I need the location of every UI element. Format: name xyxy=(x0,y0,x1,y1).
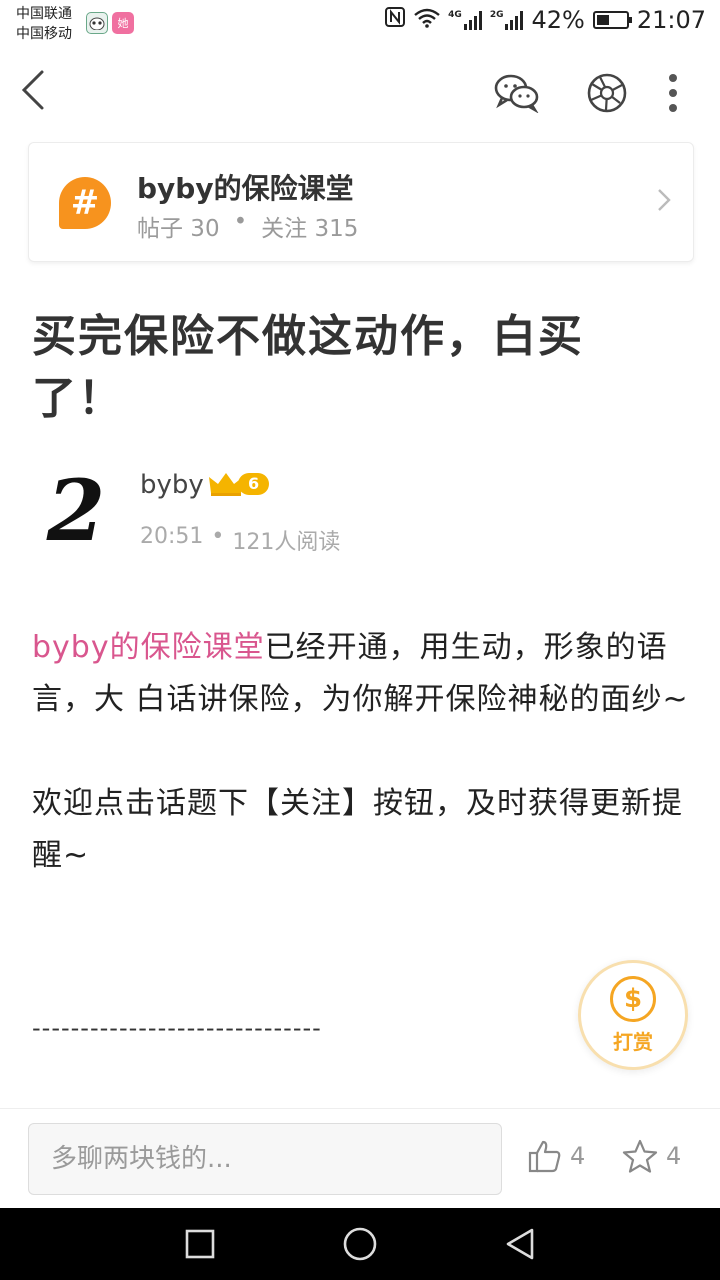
more-vertical-icon xyxy=(669,74,677,112)
favorite-count: 4 xyxy=(666,1142,682,1170)
notification-icons: 她 xyxy=(86,12,134,34)
system-back-button[interactable] xyxy=(500,1226,540,1262)
coin-icon: $ xyxy=(610,975,656,1022)
network-type-1: 4G xyxy=(448,10,462,20)
she-app-icon: 她 xyxy=(112,12,134,34)
dashed-divider: ------------------------------ xyxy=(32,1014,322,1042)
favorite-button[interactable]: 4 xyxy=(622,1139,681,1173)
topic-meta: 帖子 30 • 关注 315 xyxy=(137,209,358,243)
tip-button[interactable]: $ 打赏 xyxy=(578,960,688,1070)
wechat-share-button[interactable] xyxy=(492,68,542,118)
carrier-info: 中国联通 中国移动 xyxy=(16,4,72,44)
carrier-2: 中国移动 xyxy=(16,26,72,42)
panda-app-icon xyxy=(86,12,108,34)
topic-name: byby的保险课堂 xyxy=(137,172,354,205)
thumbs-up-icon xyxy=(528,1140,561,1173)
carrier-1: 中国联通 xyxy=(16,6,72,22)
like-button[interactable]: 4 xyxy=(528,1139,585,1173)
author-level-badge: 6 xyxy=(208,471,270,497)
topic-followers: 关注 315 xyxy=(261,216,359,242)
topic-link[interactable]: byby的保险课堂 xyxy=(32,630,265,665)
back-button[interactable] xyxy=(18,68,58,118)
article-title: 买完保险不做这动作，白买了！ xyxy=(32,311,584,424)
network-type-2: 2G xyxy=(489,10,504,20)
recents-button[interactable] xyxy=(180,1226,220,1262)
topic-posts: 帖子 30 xyxy=(137,216,220,242)
article-body: byby的保险课堂已经开通，用生动，形象的语言，大 白话讲保险，为你解开保险神秘… xyxy=(32,622,690,934)
like-count: 4 xyxy=(570,1142,586,1170)
tip-label: 打赏 xyxy=(613,1029,653,1054)
meta-separator: • xyxy=(233,209,248,235)
post-time: 20:51 xyxy=(140,524,204,549)
nfc-icon xyxy=(384,6,406,34)
aperture-icon xyxy=(587,73,627,113)
moments-share-button[interactable] xyxy=(582,68,632,118)
wifi-icon xyxy=(414,6,440,34)
clock: 21:07 xyxy=(636,6,706,34)
battery-icon xyxy=(592,11,632,29)
circle-icon xyxy=(343,1227,377,1261)
author-name[interactable]: byby xyxy=(140,470,204,500)
battery-fill xyxy=(596,15,609,25)
system-nav-bar xyxy=(0,1208,720,1280)
comment-input[interactable]: 多聊两块钱的... xyxy=(28,1123,502,1195)
wechat-icon xyxy=(494,74,539,113)
square-icon xyxy=(185,1229,215,1259)
topic-card[interactable]: # byby的保险课堂 帖子 30 • 关注 315 xyxy=(28,142,694,262)
author-level: 6 xyxy=(238,473,270,495)
system-status: 4G 2G 42% 21:07 xyxy=(384,6,706,34)
chevron-right-icon xyxy=(657,187,671,217)
home-button[interactable] xyxy=(340,1226,380,1262)
meta-separator: • xyxy=(211,524,225,549)
paragraph: 欢迎点击话题下【关注】按钮，及时获得更新提醒~ xyxy=(32,786,683,873)
battery-percent: 42% xyxy=(531,6,585,34)
star-icon xyxy=(622,1139,658,1173)
status-bar: 中国联通 中国移动 她 4G 2G 42% 21:07 xyxy=(0,0,720,48)
signal-icon-1: 4G xyxy=(448,10,482,30)
post-meta: 20:51 • 121人阅读 xyxy=(140,524,340,556)
bottom-action-bar: 多聊两块钱的... 4 4 xyxy=(0,1108,720,1208)
read-count: 121人阅读 xyxy=(232,530,341,555)
paragraph: byby的保险课堂已经开通，用生动，形象的语言，大 白话讲保险，为你解开保险神秘… xyxy=(32,622,690,726)
author-avatar[interactable]: 2 xyxy=(40,461,112,560)
triangle-back-icon xyxy=(506,1228,534,1260)
topic-hash-icon: # xyxy=(59,177,111,229)
top-nav xyxy=(0,48,720,138)
signal-icon-2: 2G xyxy=(490,10,524,30)
more-menu-button[interactable] xyxy=(648,68,698,118)
